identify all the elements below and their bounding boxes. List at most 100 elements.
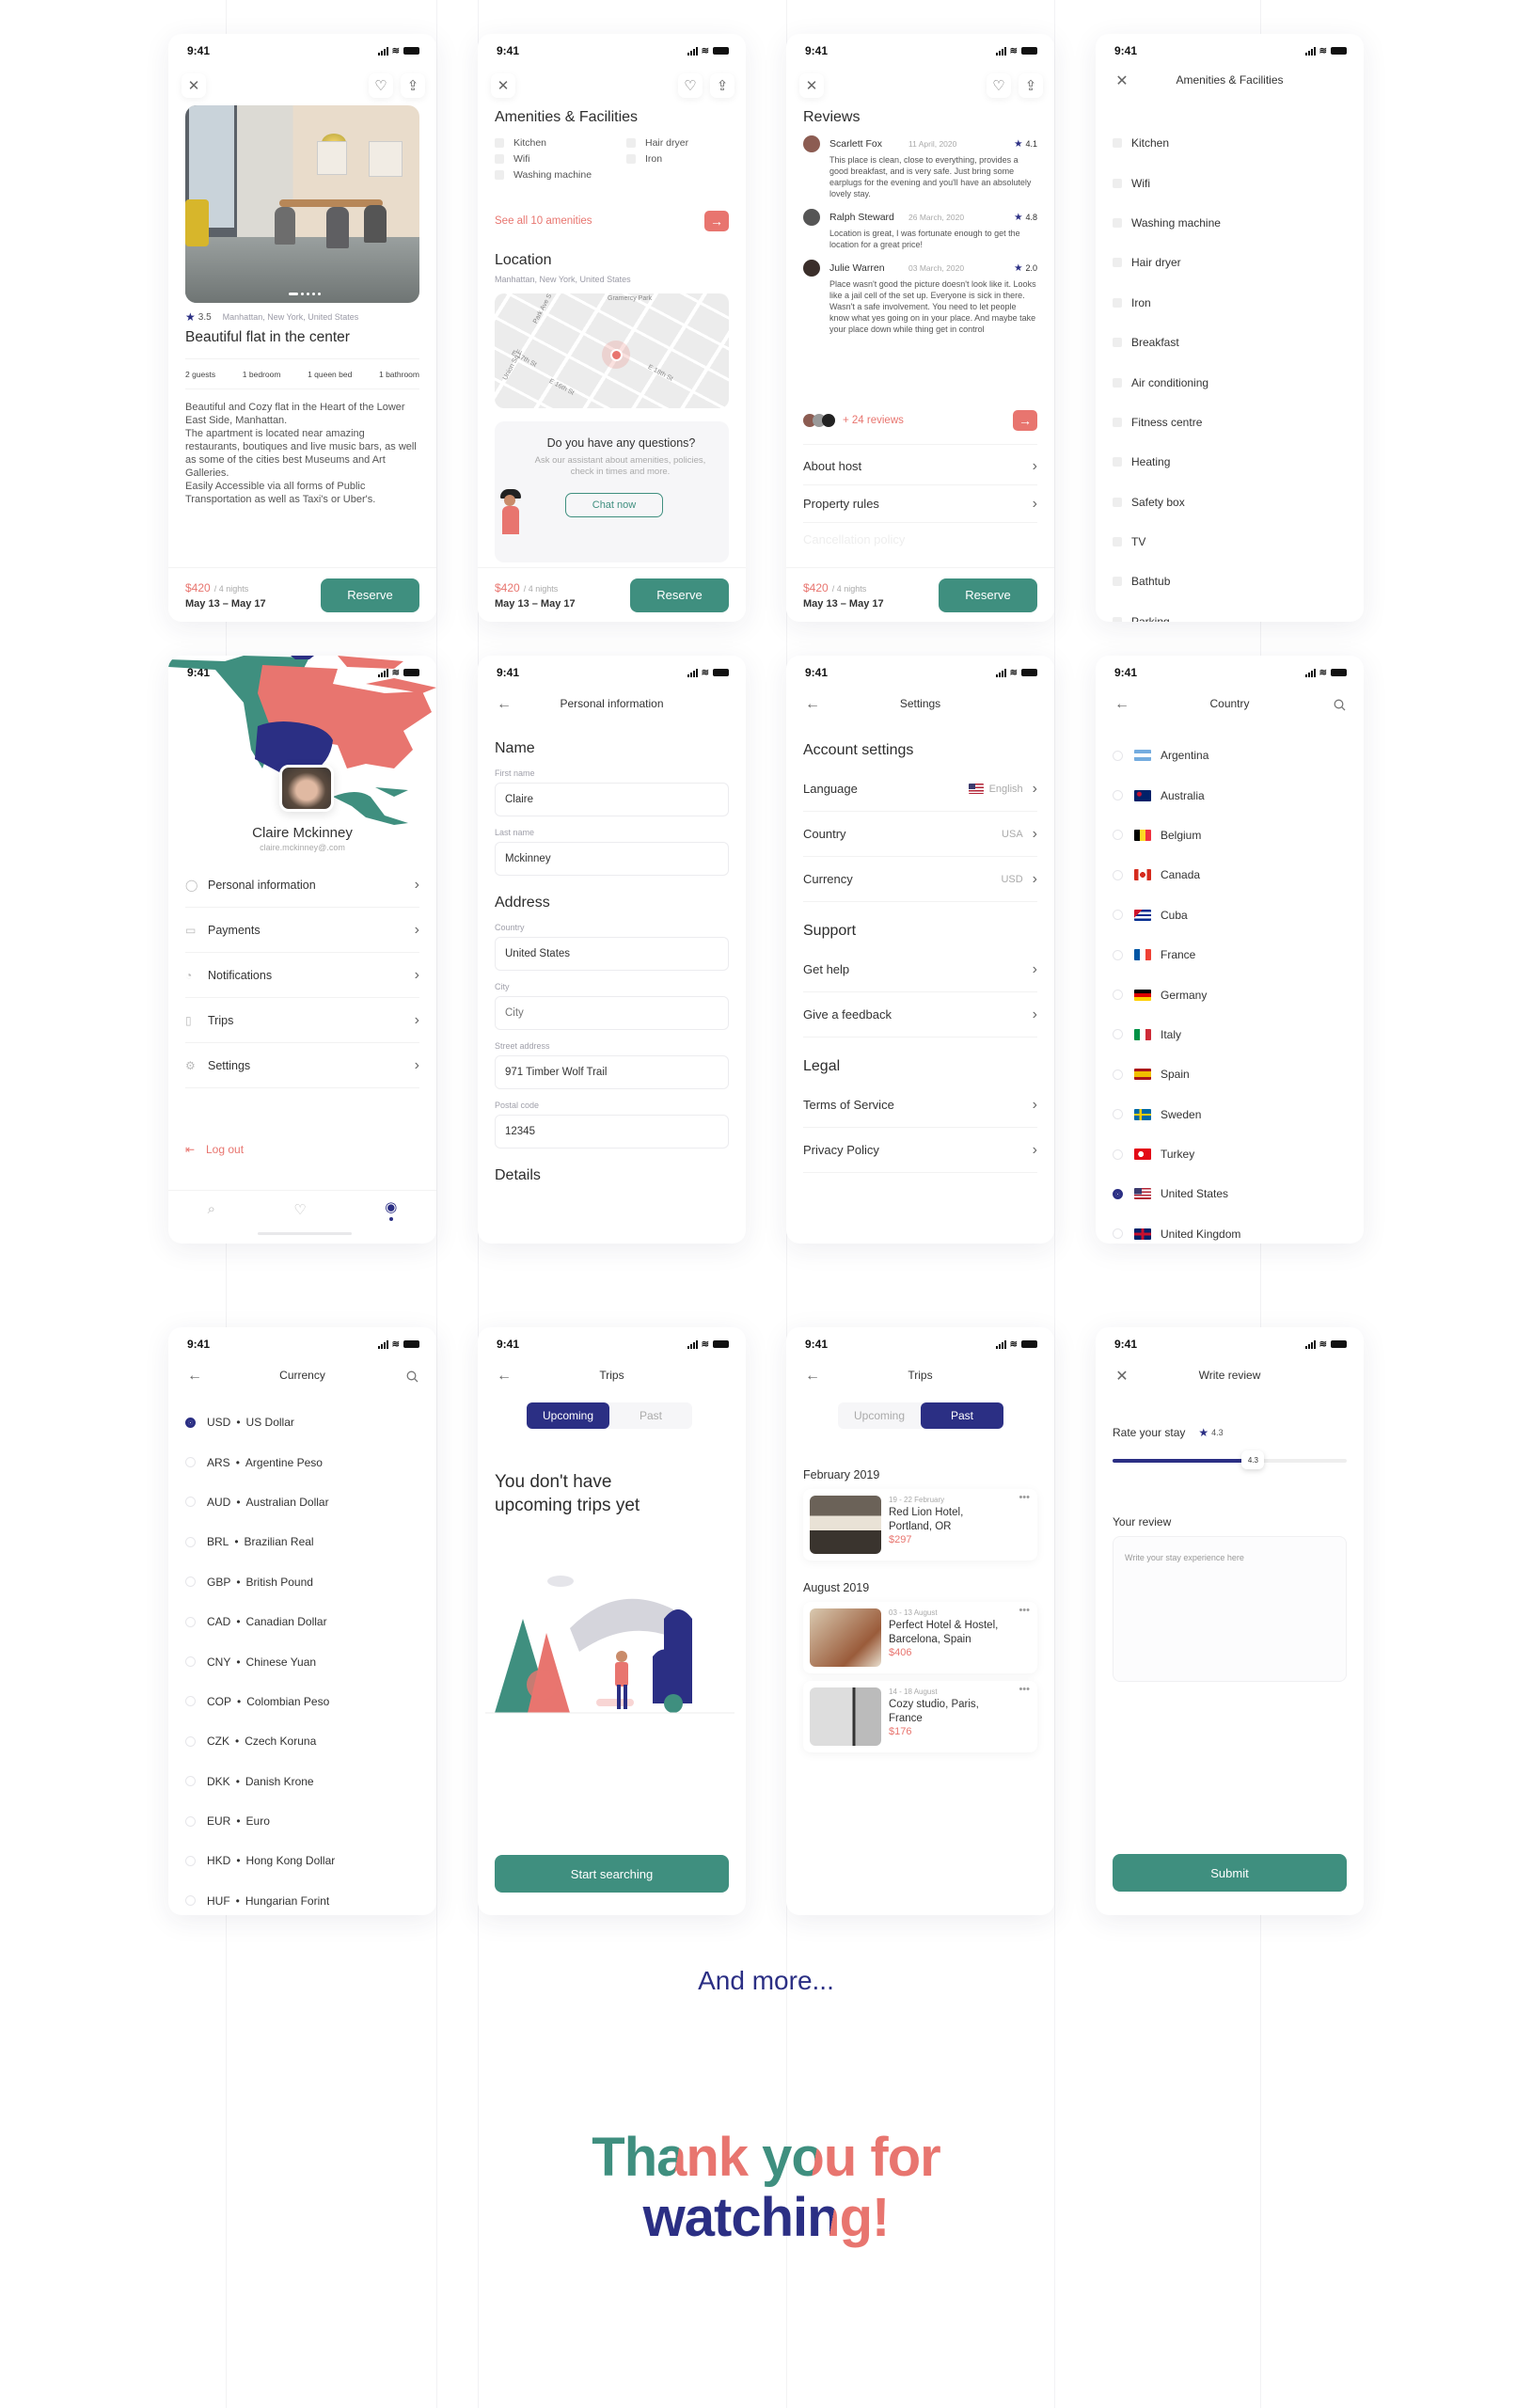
radio-button[interactable]: [1113, 1149, 1123, 1160]
reserve-button[interactable]: Reserve: [939, 578, 1037, 612]
review-textarea[interactable]: Write your stay experience here: [1113, 1536, 1347, 1682]
radio-button[interactable]: [1113, 750, 1123, 761]
listing-photo[interactable]: [185, 105, 419, 303]
settings-row[interactable]: Give a feedback ›: [803, 992, 1037, 1038]
see-all-amenities-link[interactable]: See all 10 amenities: [495, 215, 592, 227]
currency-item[interactable]: GBP • British Pound: [185, 1562, 419, 1602]
reserve-button[interactable]: Reserve: [630, 578, 729, 612]
radio-button[interactable]: [1113, 1188, 1123, 1199]
map[interactable]: Gramercy Park Park Ave SE 17th St E 18th S…: [495, 293, 729, 408]
more-options-icon[interactable]: •••: [1019, 1605, 1030, 1616]
radio-button[interactable]: [1113, 910, 1123, 921]
country-item[interactable]: Canada: [1113, 855, 1347, 895]
about-host-row[interactable]: About host ›: [803, 448, 1037, 485]
radio-button[interactable]: [1113, 830, 1123, 841]
country-item[interactable]: United States: [1113, 1174, 1347, 1213]
profile-menu-item[interactable]: ◔ Notifications ›: [185, 953, 419, 998]
search-button[interactable]: [1328, 693, 1350, 716]
trip-card[interactable]: 14 - 18 August Cozy studio, Paris, France…: [803, 1681, 1037, 1752]
radio-button[interactable]: [185, 1735, 196, 1747]
close-button[interactable]: ✕: [491, 73, 515, 98]
settings-row[interactable]: Language English ›: [803, 767, 1037, 812]
share-button[interactable]: ⇪: [401, 73, 425, 98]
search-button[interactable]: [401, 1365, 423, 1387]
country-item[interactable]: Belgium: [1113, 816, 1347, 855]
reserve-button[interactable]: Reserve: [321, 578, 419, 612]
radio-button[interactable]: [185, 1457, 196, 1468]
currency-item[interactable]: BRL • Brazilian Real: [185, 1522, 419, 1561]
carousel-dots[interactable]: [289, 293, 321, 295]
last-name-input[interactable]: Mckinney: [495, 842, 729, 876]
property-rules-row[interactable]: Property rules ›: [803, 485, 1037, 523]
tab-past[interactable]: Past: [609, 1402, 692, 1429]
share-button[interactable]: ⇪: [1019, 73, 1043, 98]
radio-button[interactable]: [1113, 949, 1123, 960]
radio-button[interactable]: [185, 1895, 196, 1907]
radio-button[interactable]: [185, 1576, 196, 1588]
see-all-arrow-button[interactable]: →: [704, 211, 729, 231]
share-button[interactable]: ⇪: [710, 73, 734, 98]
settings-row[interactable]: Get help ›: [803, 947, 1037, 992]
submit-button[interactable]: Submit: [1113, 1854, 1347, 1892]
settings-row[interactable]: Country USA ›: [803, 812, 1037, 857]
radio-button[interactable]: [185, 1855, 196, 1866]
profile-menu-item[interactable]: ▭ Payments ›: [185, 908, 419, 953]
profile-menu-item[interactable]: ⚙ Settings ›: [185, 1043, 419, 1088]
radio-button[interactable]: [185, 1696, 196, 1707]
tab-past[interactable]: Past: [921, 1402, 1003, 1429]
street-input[interactable]: 971 Timber Wolf Trail: [495, 1055, 729, 1089]
trip-card[interactable]: 19 - 22 February Red Lion Hotel, Portland…: [803, 1489, 1037, 1560]
country-item[interactable]: Spain: [1113, 1054, 1347, 1094]
more-reviews-arrow-button[interactable]: →: [1013, 410, 1037, 431]
city-input[interactable]: City: [495, 996, 729, 1030]
radio-button[interactable]: [185, 1417, 196, 1428]
country-item[interactable]: Sweden: [1113, 1095, 1347, 1134]
radio-button[interactable]: [185, 1656, 196, 1668]
search-icon[interactable]: ⌕: [208, 1201, 215, 1217]
favorite-button[interactable]: ♡: [369, 73, 393, 98]
currency-item[interactable]: AUD • Australian Dollar: [185, 1482, 419, 1522]
avatar[interactable]: [279, 765, 334, 812]
radio-button[interactable]: [1113, 990, 1123, 1001]
radio-button[interactable]: [1113, 790, 1123, 801]
close-button[interactable]: ✕: [182, 73, 206, 98]
more-reviews-link[interactable]: + 24 reviews: [843, 415, 904, 426]
trip-card[interactable]: 03 - 13 August Perfect Hotel & Hostel, Ba…: [803, 1602, 1037, 1673]
country-item[interactable]: Argentina: [1113, 736, 1347, 775]
settings-row[interactable]: Privacy Policy ›: [803, 1128, 1037, 1173]
country-item[interactable]: Turkey: [1113, 1134, 1347, 1174]
first-name-input[interactable]: Claire: [495, 783, 729, 816]
country-item[interactable]: Germany: [1113, 974, 1347, 1014]
radio-button[interactable]: [1113, 1029, 1123, 1040]
rating-slider[interactable]: 4.3: [1113, 1450, 1347, 1469]
radio-button[interactable]: [1113, 1109, 1123, 1120]
country-item[interactable]: Australia: [1113, 775, 1347, 815]
radio-button[interactable]: [1113, 1069, 1123, 1080]
country-input[interactable]: United States: [495, 937, 729, 971]
currency-item[interactable]: DKK • Danish Krone: [185, 1762, 419, 1801]
close-button[interactable]: ✕: [799, 73, 824, 98]
radio-button[interactable]: [185, 1536, 196, 1547]
radio-button[interactable]: [1113, 869, 1123, 880]
country-item[interactable]: Cuba: [1113, 895, 1347, 935]
currency-item[interactable]: CNY • Chinese Yuan: [185, 1641, 419, 1681]
radio-button[interactable]: [185, 1497, 196, 1508]
logout-button[interactable]: ⇤ Log out: [185, 1143, 419, 1156]
radio-button[interactable]: [185, 1815, 196, 1827]
profile-menu-item[interactable]: ◯ Personal information ›: [185, 863, 419, 908]
tab-upcoming[interactable]: Upcoming: [527, 1402, 609, 1429]
currency-item[interactable]: CAD • Canadian Dollar: [185, 1602, 419, 1641]
currency-item[interactable]: CZK • Czech Koruna: [185, 1721, 419, 1761]
currency-item[interactable]: ARS • Argentine Peso: [185, 1442, 419, 1481]
profile-menu-item[interactable]: ▯ Trips ›: [185, 998, 419, 1043]
cancellation-policy-row[interactable]: Cancellation policy: [803, 532, 1037, 547]
radio-button[interactable]: [185, 1776, 196, 1787]
country-item[interactable]: France: [1113, 935, 1347, 974]
profile-icon[interactable]: ◉: [385, 1198, 397, 1221]
currency-item[interactable]: HKD • Hong Kong Dollar: [185, 1841, 419, 1880]
start-searching-button[interactable]: Start searching: [495, 1855, 729, 1893]
slider-handle[interactable]: 4.3: [1241, 1450, 1265, 1469]
settings-row[interactable]: Terms of Service ›: [803, 1083, 1037, 1128]
currency-item[interactable]: HUF • Hungarian Forint: [185, 1881, 419, 1915]
currency-item[interactable]: EUR • Euro: [185, 1801, 419, 1841]
